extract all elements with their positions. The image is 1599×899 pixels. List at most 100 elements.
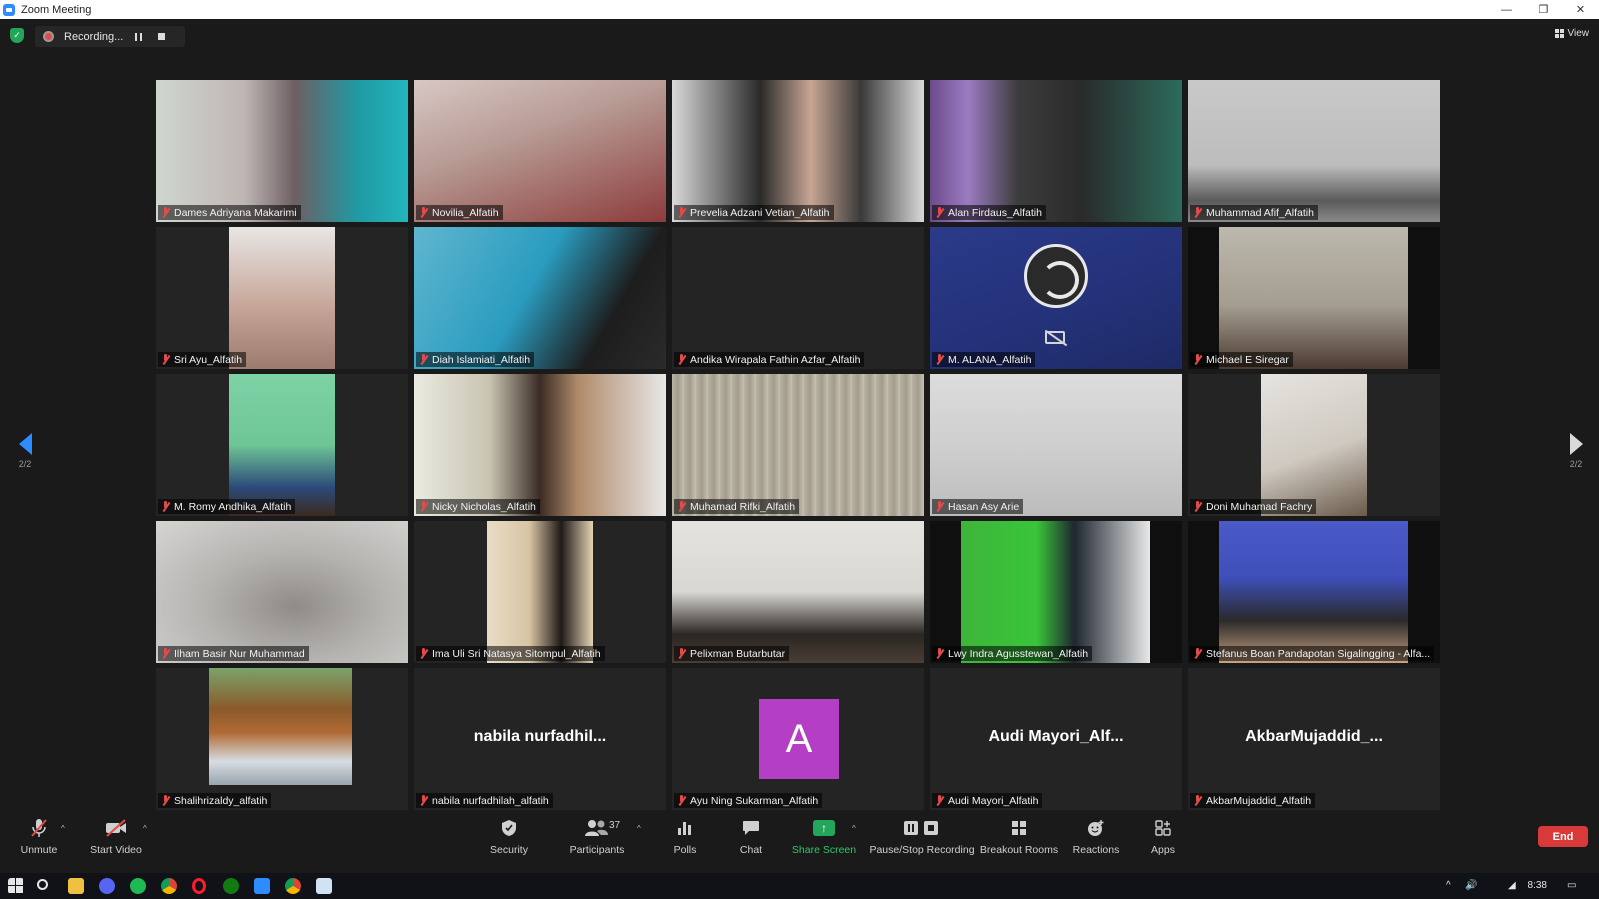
participant-tile[interactable]: Diah Islamiati_Alfatih: [414, 227, 666, 369]
participant-tile[interactable]: Nicky Nicholas_Alfatih: [414, 374, 666, 516]
participant-tile[interactable]: Novilia_Alfatih: [414, 80, 666, 222]
name-label: Lwy Indra Agusstewan_Alfatih: [932, 646, 1093, 661]
windows-start-icon[interactable]: [8, 878, 24, 894]
zoom-taskbar-icon[interactable]: [254, 878, 270, 894]
muted-mic-icon: [935, 354, 944, 365]
polls-button[interactable]: Polls: [665, 817, 705, 867]
name-label: Novilia_Alfatih: [416, 205, 503, 220]
reactions-button[interactable]: Reactions: [1073, 817, 1119, 867]
pause-stop-recording-button[interactable]: Pause/Stop Recording: [869, 817, 975, 867]
pause-recording-icon[interactable]: [135, 32, 142, 41]
next-page-button[interactable]: 2/2: [1561, 433, 1591, 469]
participant-tile[interactable]: M. Romy Andhika_Alfatih: [156, 374, 408, 516]
chat-label: Chat: [739, 844, 763, 856]
chat-button[interactable]: Chat: [731, 817, 771, 867]
stop-recording-icon[interactable]: [158, 33, 165, 40]
security-button[interactable]: Security: [489, 817, 529, 867]
spotify-icon[interactable]: [130, 878, 146, 894]
breakout-rooms-button[interactable]: Breakout Rooms: [980, 817, 1058, 867]
participant-tile[interactable]: AkbarMujaddid_... AkbarMujaddid_Alfatih: [1188, 668, 1440, 810]
window-title: Zoom Meeting: [21, 3, 92, 16]
participant-tile[interactable]: A Ayu Ning Sukarman_Alfatih: [672, 668, 924, 810]
audio-options-caret-icon[interactable]: ^: [61, 824, 65, 833]
unmute-button[interactable]: Unmute: [19, 817, 59, 867]
participant-video: [672, 521, 924, 663]
name-label: Dames Adriyana Makarimi: [158, 205, 301, 220]
discord-icon[interactable]: [99, 878, 115, 894]
participant-tile[interactable]: Stefanus Boan Pandapotan Sigalingging - …: [1188, 521, 1440, 663]
participant-avatar: A: [759, 699, 839, 779]
file-explorer-icon[interactable]: [68, 878, 84, 894]
page-indicator-left: 2/2: [18, 459, 32, 469]
participant-tile[interactable]: Pelixman Butarbutar: [672, 521, 924, 663]
participant-tile[interactable]: Muhamad Rifki_Alfatih: [672, 374, 924, 516]
name-label: Doni Muhamad Fachry: [1190, 499, 1317, 514]
participant-video: [961, 521, 1150, 663]
muted-mic-icon: [161, 648, 170, 659]
participant-tile[interactable]: Hasan Asy Arie: [930, 374, 1182, 516]
view-button[interactable]: View: [1554, 28, 1589, 39]
participant-tile[interactable]: Ilham Basir Nur Muhammad: [156, 521, 408, 663]
name-label: Sri Ayu_Alfatih: [158, 352, 247, 367]
muted-mic-icon: [161, 354, 170, 365]
meeting-top-bar: ✓ Recording... View: [0, 19, 1599, 53]
search-icon[interactable]: [37, 879, 48, 890]
video-options-caret-icon[interactable]: ^: [143, 824, 147, 833]
participant-tile[interactable]: Prevelia Adzani Vetian_Alfatih: [672, 80, 924, 222]
opera-icon[interactable]: [192, 878, 206, 894]
share-options-caret-icon[interactable]: ^: [852, 824, 856, 833]
participant-tile[interactable]: Audi Mayori_Alf... Audi Mayori_Alfatih: [930, 668, 1182, 810]
apps-button[interactable]: Apps: [1143, 817, 1183, 867]
microphone-muted-icon: [27, 817, 51, 839]
name-label: Ayu Ning Sukarman_Alfatih: [674, 793, 823, 808]
muted-mic-icon: [1193, 501, 1202, 512]
chrome-icon[interactable]: [161, 878, 177, 894]
notifications-icon[interactable]: ▭: [1567, 880, 1576, 891]
participant-tile[interactable]: Michael E Siregar: [1188, 227, 1440, 369]
participant-tile[interactable]: Alan Firdaus_Alfatih: [930, 80, 1182, 222]
start-video-button[interactable]: Start Video: [90, 817, 142, 867]
participant-video: [930, 374, 1182, 516]
participant-tile[interactable]: Lwy Indra Agusstewan_Alfatih: [930, 521, 1182, 663]
participant-tile[interactable]: Andika Wirapala Fathin Azfar_Alfatih: [672, 227, 924, 369]
unmute-label: Unmute: [20, 844, 58, 856]
participant-tile[interactable]: Doni Muhamad Fachry: [1188, 374, 1440, 516]
participant-tile[interactable]: Muhammad Afif_Alfatih: [1188, 80, 1440, 222]
muted-mic-icon: [1193, 795, 1202, 806]
volume-icon[interactable]: 🔊: [1465, 880, 1477, 891]
participants-count: 37: [609, 820, 621, 831]
participant-tile[interactable]: Sri Ayu_Alfatih: [156, 227, 408, 369]
name-label: Michael E Siregar: [1190, 352, 1293, 367]
meeting-toolbar: Unmute ^ Start Video ^ Security Particip…: [0, 813, 1599, 873]
network-icon[interactable]: ◢: [1508, 880, 1516, 891]
close-button[interactable]: ✕: [1562, 0, 1599, 19]
chrome-taskbar-icon[interactable]: [285, 878, 301, 894]
share-screen-button[interactable]: ↑ Share Screen: [792, 817, 856, 867]
arrow-left-icon: [18, 433, 32, 455]
participant-tile[interactable]: Dames Adriyana Makarimi: [156, 80, 408, 222]
minimize-button[interactable]: —: [1488, 0, 1525, 19]
participant-tile[interactable]: Ima Uli Sri Natasya Sitompul_Alfatih: [414, 521, 666, 663]
end-meeting-button[interactable]: End: [1538, 826, 1588, 847]
name-label: M. ALANA_Alfatih: [932, 352, 1036, 367]
pause-stop-recording-icon: [902, 817, 942, 839]
muted-mic-icon: [419, 648, 428, 659]
taskbar-clock[interactable]: 8:38: [1528, 880, 1547, 891]
participant-tile[interactable]: M. ALANA_Alfatih: [930, 227, 1182, 369]
name-label: Andika Wirapala Fathin Azfar_Alfatih: [674, 352, 865, 367]
tray-chevron-icon[interactable]: ^: [1446, 880, 1451, 891]
restore-button[interactable]: ❐: [1525, 0, 1562, 19]
participant-tile[interactable]: Shalihrizaldy_alfatih: [156, 668, 408, 810]
participant-video: [1219, 227, 1408, 369]
participant-tile[interactable]: nabila nurfadhil... nabila nurfadhilah_a…: [414, 668, 666, 810]
chat-icon: [739, 817, 763, 839]
security-shield-icon[interactable]: ✓: [10, 28, 24, 43]
notepad-icon[interactable]: [316, 878, 332, 894]
previous-page-button[interactable]: 2/2: [10, 433, 40, 469]
apps-icon: [1151, 817, 1175, 839]
participants-options-caret-icon[interactable]: ^: [637, 824, 641, 833]
xbox-icon[interactable]: [223, 878, 239, 894]
muted-mic-icon: [419, 501, 428, 512]
grid-view-icon: [1554, 29, 1564, 38]
participant-video: [414, 80, 666, 222]
